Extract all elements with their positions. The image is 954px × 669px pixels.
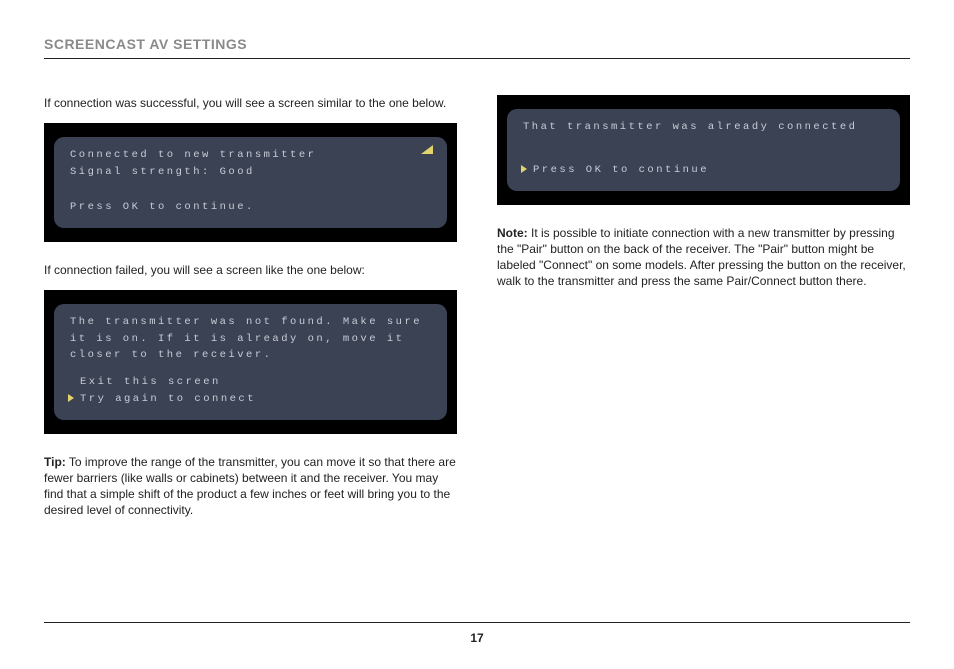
osd-line: Connected to new transmitter bbox=[68, 147, 433, 164]
screenshot-success: Connected to new transmitter Signal stre… bbox=[44, 123, 457, 241]
tip-paragraph: Tip: To improve the range of the transmi… bbox=[44, 454, 457, 519]
osd-prompt: Press OK to continue. bbox=[68, 199, 433, 216]
osd-panel-success: Connected to new transmitter Signal stre… bbox=[54, 137, 447, 227]
osd-line: Signal strength: Good bbox=[68, 164, 433, 181]
content-columns: If connection was successful, you will s… bbox=[44, 95, 910, 531]
footer-rule bbox=[44, 622, 910, 623]
osd-option-selected: Try again to connect bbox=[80, 391, 256, 408]
signal-strength-icon bbox=[421, 145, 433, 154]
cursor-arrow-icon bbox=[68, 394, 74, 402]
right-column: That transmitter was already connected P… bbox=[497, 95, 910, 531]
osd-message: The transmitter was not found. Make sure… bbox=[68, 314, 433, 364]
osd-panel-fail: The transmitter was not found. Make sure… bbox=[54, 304, 447, 420]
osd-prompt: Press OK to continue bbox=[533, 162, 709, 179]
section-title: SCREENCAST AV SETTINGS bbox=[44, 36, 910, 52]
screenshot-fail: The transmitter was not found. Make sure… bbox=[44, 290, 457, 434]
cursor-arrow-icon bbox=[521, 165, 527, 173]
osd-line: That transmitter was already connected bbox=[521, 119, 886, 136]
osd-panel-already: That transmitter was already connected P… bbox=[507, 109, 900, 191]
note-label: Note: bbox=[497, 226, 528, 240]
tip-body: To improve the range of the transmitter,… bbox=[44, 455, 456, 518]
left-column: If connection was successful, you will s… bbox=[44, 95, 457, 531]
screenshot-already-connected: That transmitter was already connected P… bbox=[497, 95, 910, 205]
tip-label: Tip: bbox=[44, 455, 66, 469]
page-number: 17 bbox=[44, 631, 910, 645]
page-footer: 17 bbox=[44, 622, 910, 645]
note-paragraph: Note: It is possible to initiate connect… bbox=[497, 225, 910, 290]
fail-intro-text: If connection failed, you will see a scr… bbox=[44, 262, 457, 278]
success-intro-text: If connection was successful, you will s… bbox=[44, 95, 457, 111]
osd-option: Exit this screen bbox=[80, 374, 221, 391]
note-body: It is possible to initiate connection wi… bbox=[497, 226, 906, 289]
section-header: SCREENCAST AV SETTINGS bbox=[44, 36, 910, 59]
